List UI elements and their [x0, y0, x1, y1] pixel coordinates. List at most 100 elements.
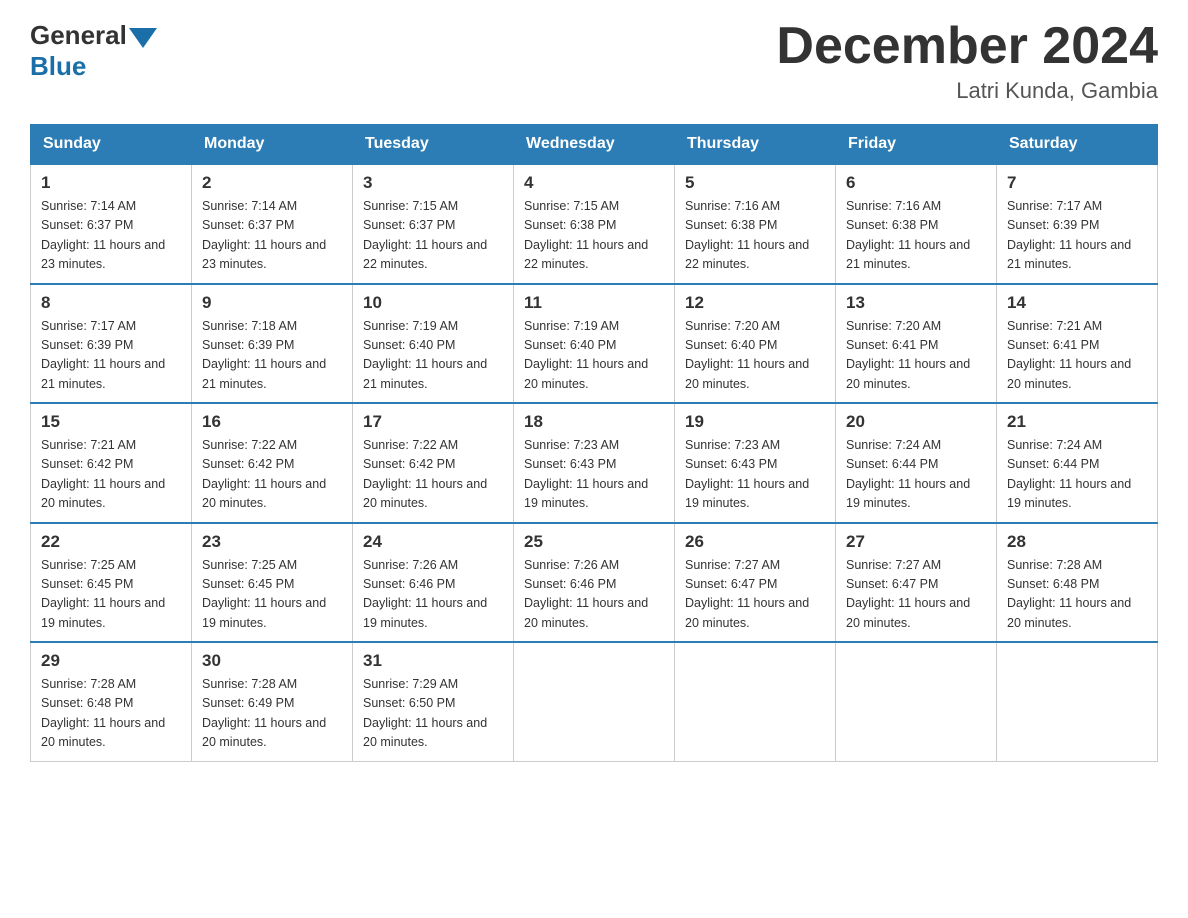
- day-info: Sunrise: 7:24 AMSunset: 6:44 PMDaylight:…: [1007, 438, 1131, 510]
- calendar-day-cell: 24 Sunrise: 7:26 AMSunset: 6:46 PMDaylig…: [353, 523, 514, 643]
- day-number: 9: [202, 293, 342, 313]
- day-info: Sunrise: 7:15 AMSunset: 6:37 PMDaylight:…: [363, 199, 487, 271]
- day-number: 14: [1007, 293, 1147, 313]
- day-info: Sunrise: 7:28 AMSunset: 6:49 PMDaylight:…: [202, 677, 326, 749]
- day-number: 7: [1007, 173, 1147, 193]
- day-info: Sunrise: 7:17 AMSunset: 6:39 PMDaylight:…: [41, 319, 165, 391]
- day-number: 26: [685, 532, 825, 552]
- calendar-day-cell: 6 Sunrise: 7:16 AMSunset: 6:38 PMDayligh…: [836, 164, 997, 284]
- day-number: 21: [1007, 412, 1147, 432]
- calendar-day-cell: 26 Sunrise: 7:27 AMSunset: 6:47 PMDaylig…: [675, 523, 836, 643]
- location-subtitle: Latri Kunda, Gambia: [776, 78, 1158, 104]
- day-info: Sunrise: 7:22 AMSunset: 6:42 PMDaylight:…: [202, 438, 326, 510]
- day-number: 25: [524, 532, 664, 552]
- day-info: Sunrise: 7:18 AMSunset: 6:39 PMDaylight:…: [202, 319, 326, 391]
- day-info: Sunrise: 7:29 AMSunset: 6:50 PMDaylight:…: [363, 677, 487, 749]
- logo: General Blue: [30, 20, 159, 82]
- calendar-week-row: 15 Sunrise: 7:21 AMSunset: 6:42 PMDaylig…: [31, 403, 1158, 523]
- day-info: Sunrise: 7:26 AMSunset: 6:46 PMDaylight:…: [524, 558, 648, 630]
- day-number: 20: [846, 412, 986, 432]
- day-number: 29: [41, 651, 181, 671]
- calendar-header-sunday: Sunday: [31, 125, 192, 165]
- calendar-day-cell: 23 Sunrise: 7:25 AMSunset: 6:45 PMDaylig…: [192, 523, 353, 643]
- day-number: 4: [524, 173, 664, 193]
- calendar-week-row: 1 Sunrise: 7:14 AMSunset: 6:37 PMDayligh…: [31, 164, 1158, 284]
- day-info: Sunrise: 7:21 AMSunset: 6:42 PMDaylight:…: [41, 438, 165, 510]
- calendar-day-cell: 17 Sunrise: 7:22 AMSunset: 6:42 PMDaylig…: [353, 403, 514, 523]
- day-info: Sunrise: 7:25 AMSunset: 6:45 PMDaylight:…: [41, 558, 165, 630]
- day-info: Sunrise: 7:14 AMSunset: 6:37 PMDaylight:…: [202, 199, 326, 271]
- calendar-table: SundayMondayTuesdayWednesdayThursdayFrid…: [30, 124, 1158, 762]
- day-number: 27: [846, 532, 986, 552]
- calendar-week-row: 8 Sunrise: 7:17 AMSunset: 6:39 PMDayligh…: [31, 284, 1158, 404]
- calendar-day-cell: 4 Sunrise: 7:15 AMSunset: 6:38 PMDayligh…: [514, 164, 675, 284]
- calendar-day-cell: 12 Sunrise: 7:20 AMSunset: 6:40 PMDaylig…: [675, 284, 836, 404]
- day-number: 13: [846, 293, 986, 313]
- day-info: Sunrise: 7:23 AMSunset: 6:43 PMDaylight:…: [685, 438, 809, 510]
- day-info: Sunrise: 7:25 AMSunset: 6:45 PMDaylight:…: [202, 558, 326, 630]
- calendar-week-row: 29 Sunrise: 7:28 AMSunset: 6:48 PMDaylig…: [31, 642, 1158, 761]
- day-info: Sunrise: 7:27 AMSunset: 6:47 PMDaylight:…: [685, 558, 809, 630]
- calendar-day-cell: 21 Sunrise: 7:24 AMSunset: 6:44 PMDaylig…: [997, 403, 1158, 523]
- day-number: 18: [524, 412, 664, 432]
- day-number: 3: [363, 173, 503, 193]
- day-info: Sunrise: 7:23 AMSunset: 6:43 PMDaylight:…: [524, 438, 648, 510]
- calendar-header-row: SundayMondayTuesdayWednesdayThursdayFrid…: [31, 125, 1158, 165]
- calendar-day-cell: 11 Sunrise: 7:19 AMSunset: 6:40 PMDaylig…: [514, 284, 675, 404]
- day-info: Sunrise: 7:24 AMSunset: 6:44 PMDaylight:…: [846, 438, 970, 510]
- calendar-day-cell: 14 Sunrise: 7:21 AMSunset: 6:41 PMDaylig…: [997, 284, 1158, 404]
- logo-general-text: General: [30, 20, 127, 51]
- day-number: 5: [685, 173, 825, 193]
- day-info: Sunrise: 7:20 AMSunset: 6:41 PMDaylight:…: [846, 319, 970, 391]
- calendar-day-cell: 8 Sunrise: 7:17 AMSunset: 6:39 PMDayligh…: [31, 284, 192, 404]
- calendar-header-saturday: Saturday: [997, 125, 1158, 165]
- calendar-day-cell: 9 Sunrise: 7:18 AMSunset: 6:39 PMDayligh…: [192, 284, 353, 404]
- day-number: 16: [202, 412, 342, 432]
- day-number: 31: [363, 651, 503, 671]
- calendar-day-cell: 30 Sunrise: 7:28 AMSunset: 6:49 PMDaylig…: [192, 642, 353, 761]
- day-number: 17: [363, 412, 503, 432]
- calendar-day-cell: 13 Sunrise: 7:20 AMSunset: 6:41 PMDaylig…: [836, 284, 997, 404]
- day-info: Sunrise: 7:22 AMSunset: 6:42 PMDaylight:…: [363, 438, 487, 510]
- calendar-header-monday: Monday: [192, 125, 353, 165]
- calendar-day-cell: 1 Sunrise: 7:14 AMSunset: 6:37 PMDayligh…: [31, 164, 192, 284]
- calendar-header-thursday: Thursday: [675, 125, 836, 165]
- calendar-day-cell: 18 Sunrise: 7:23 AMSunset: 6:43 PMDaylig…: [514, 403, 675, 523]
- calendar-day-cell: 5 Sunrise: 7:16 AMSunset: 6:38 PMDayligh…: [675, 164, 836, 284]
- day-info: Sunrise: 7:21 AMSunset: 6:41 PMDaylight:…: [1007, 319, 1131, 391]
- month-title: December 2024: [776, 20, 1158, 72]
- day-number: 23: [202, 532, 342, 552]
- day-info: Sunrise: 7:16 AMSunset: 6:38 PMDaylight:…: [685, 199, 809, 271]
- calendar-day-cell: 27 Sunrise: 7:27 AMSunset: 6:47 PMDaylig…: [836, 523, 997, 643]
- calendar-week-row: 22 Sunrise: 7:25 AMSunset: 6:45 PMDaylig…: [31, 523, 1158, 643]
- calendar-day-cell: 20 Sunrise: 7:24 AMSunset: 6:44 PMDaylig…: [836, 403, 997, 523]
- day-info: Sunrise: 7:28 AMSunset: 6:48 PMDaylight:…: [1007, 558, 1131, 630]
- day-number: 22: [41, 532, 181, 552]
- title-area: December 2024 Latri Kunda, Gambia: [776, 20, 1158, 104]
- calendar-day-cell: 28 Sunrise: 7:28 AMSunset: 6:48 PMDaylig…: [997, 523, 1158, 643]
- calendar-day-cell: [997, 642, 1158, 761]
- day-info: Sunrise: 7:19 AMSunset: 6:40 PMDaylight:…: [363, 319, 487, 391]
- calendar-day-cell: 2 Sunrise: 7:14 AMSunset: 6:37 PMDayligh…: [192, 164, 353, 284]
- calendar-header-tuesday: Tuesday: [353, 125, 514, 165]
- day-info: Sunrise: 7:27 AMSunset: 6:47 PMDaylight:…: [846, 558, 970, 630]
- calendar-day-cell: [514, 642, 675, 761]
- calendar-day-cell: 22 Sunrise: 7:25 AMSunset: 6:45 PMDaylig…: [31, 523, 192, 643]
- calendar-day-cell: 7 Sunrise: 7:17 AMSunset: 6:39 PMDayligh…: [997, 164, 1158, 284]
- day-number: 15: [41, 412, 181, 432]
- page-header: General Blue December 2024 Latri Kunda, …: [30, 20, 1158, 104]
- day-number: 10: [363, 293, 503, 313]
- day-info: Sunrise: 7:26 AMSunset: 6:46 PMDaylight:…: [363, 558, 487, 630]
- day-info: Sunrise: 7:28 AMSunset: 6:48 PMDaylight:…: [41, 677, 165, 749]
- day-number: 6: [846, 173, 986, 193]
- calendar-day-cell: [836, 642, 997, 761]
- day-number: 24: [363, 532, 503, 552]
- calendar-day-cell: 3 Sunrise: 7:15 AMSunset: 6:37 PMDayligh…: [353, 164, 514, 284]
- day-info: Sunrise: 7:14 AMSunset: 6:37 PMDaylight:…: [41, 199, 165, 271]
- day-info: Sunrise: 7:15 AMSunset: 6:38 PMDaylight:…: [524, 199, 648, 271]
- day-info: Sunrise: 7:19 AMSunset: 6:40 PMDaylight:…: [524, 319, 648, 391]
- calendar-day-cell: 16 Sunrise: 7:22 AMSunset: 6:42 PMDaylig…: [192, 403, 353, 523]
- day-info: Sunrise: 7:20 AMSunset: 6:40 PMDaylight:…: [685, 319, 809, 391]
- day-info: Sunrise: 7:17 AMSunset: 6:39 PMDaylight:…: [1007, 199, 1131, 271]
- day-number: 19: [685, 412, 825, 432]
